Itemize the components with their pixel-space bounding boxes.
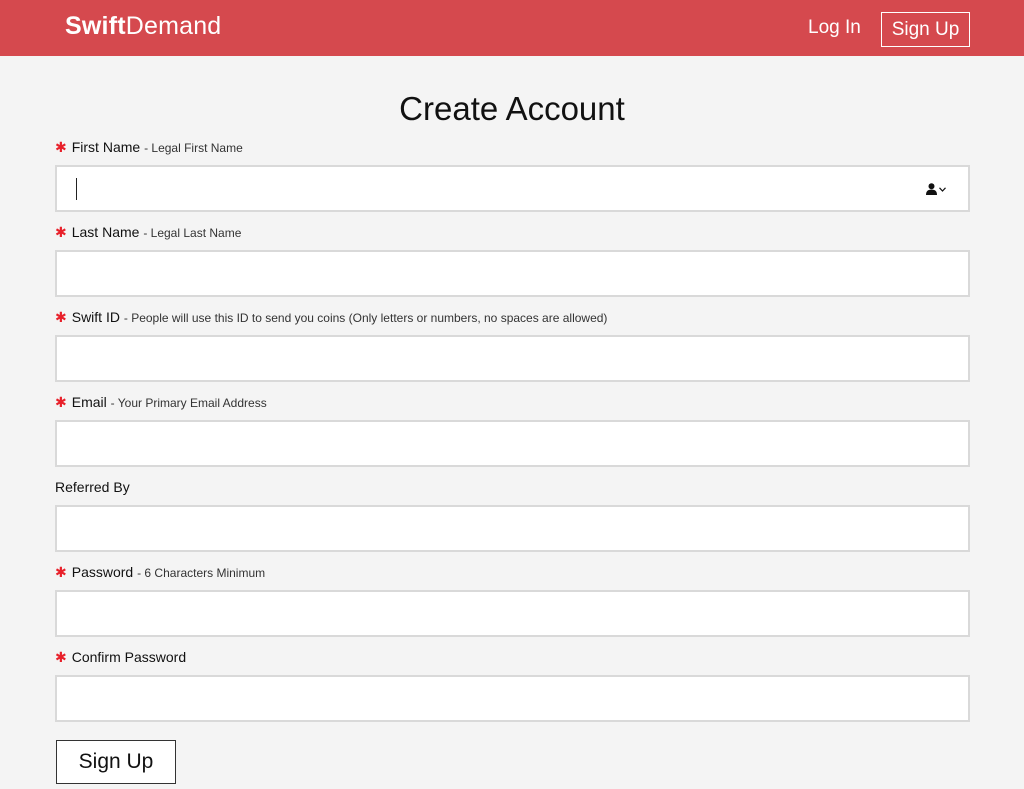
first-name-hint: - Legal First Name bbox=[144, 141, 243, 155]
required-marker: ✱ bbox=[55, 394, 67, 410]
referred-by-input[interactable] bbox=[55, 505, 970, 552]
password-label-text: Password bbox=[71, 564, 134, 580]
password-hint: - 6 Characters Minimum bbox=[137, 566, 266, 580]
email-input[interactable] bbox=[55, 420, 970, 467]
required-marker: ✱ bbox=[55, 139, 67, 155]
swift-id-hint: - People will use this ID to send you co… bbox=[123, 311, 608, 325]
swift-id-label: ✱ Swift ID - People will use this ID to s… bbox=[55, 309, 607, 326]
brand-name-bold: Swift bbox=[65, 12, 126, 40]
email-hint: - Your Primary Email Address bbox=[110, 396, 267, 410]
sign-up-submit-button[interactable]: Sign Up bbox=[56, 740, 176, 784]
required-marker: ✱ bbox=[55, 309, 67, 325]
first-name-input[interactable] bbox=[55, 165, 970, 212]
email-label: ✱ Email - Your Primary Email Address bbox=[55, 394, 267, 411]
confirm-password-label-text: Confirm Password bbox=[71, 649, 187, 665]
required-marker: ✱ bbox=[55, 564, 67, 580]
confirm-password-input[interactable] bbox=[55, 675, 970, 722]
person-icon bbox=[926, 183, 937, 195]
last-name-input[interactable] bbox=[55, 250, 970, 297]
top-nav-bar: SwiftDemand Log In Sign Up bbox=[0, 0, 1024, 56]
page-title: Create Account bbox=[399, 90, 625, 127]
brand-logo[interactable]: SwiftDemand bbox=[65, 12, 221, 41]
first-name-label-text: First Name bbox=[71, 139, 141, 155]
required-marker: ✱ bbox=[55, 649, 67, 665]
required-marker: ✱ bbox=[55, 224, 67, 240]
swift-id-input[interactable] bbox=[55, 335, 970, 382]
header-signup-button[interactable]: Sign Up bbox=[881, 12, 970, 47]
confirm-password-label: ✱ Confirm Password bbox=[55, 649, 186, 666]
email-label-text: Email bbox=[71, 394, 107, 410]
text-cursor bbox=[76, 178, 77, 200]
last-name-label-text: Last Name bbox=[71, 224, 140, 240]
first-name-label: ✱ First Name - Legal First Name bbox=[55, 139, 243, 156]
login-link[interactable]: Log In bbox=[808, 17, 861, 39]
password-input[interactable] bbox=[55, 590, 970, 637]
brand-name-light: Demand bbox=[125, 12, 222, 40]
referred-by-label: Referred By bbox=[55, 479, 130, 495]
last-name-hint: - Legal Last Name bbox=[143, 226, 242, 240]
swift-id-label-text: Swift ID bbox=[71, 309, 120, 325]
last-name-label: ✱ Last Name - Legal Last Name bbox=[55, 224, 241, 241]
contact-autofill-icon[interactable] bbox=[926, 181, 948, 197]
chevron-down-icon bbox=[939, 186, 946, 192]
referred-by-label-text: Referred By bbox=[55, 479, 130, 495]
password-label: ✱ Password - 6 Characters Minimum bbox=[55, 564, 265, 581]
